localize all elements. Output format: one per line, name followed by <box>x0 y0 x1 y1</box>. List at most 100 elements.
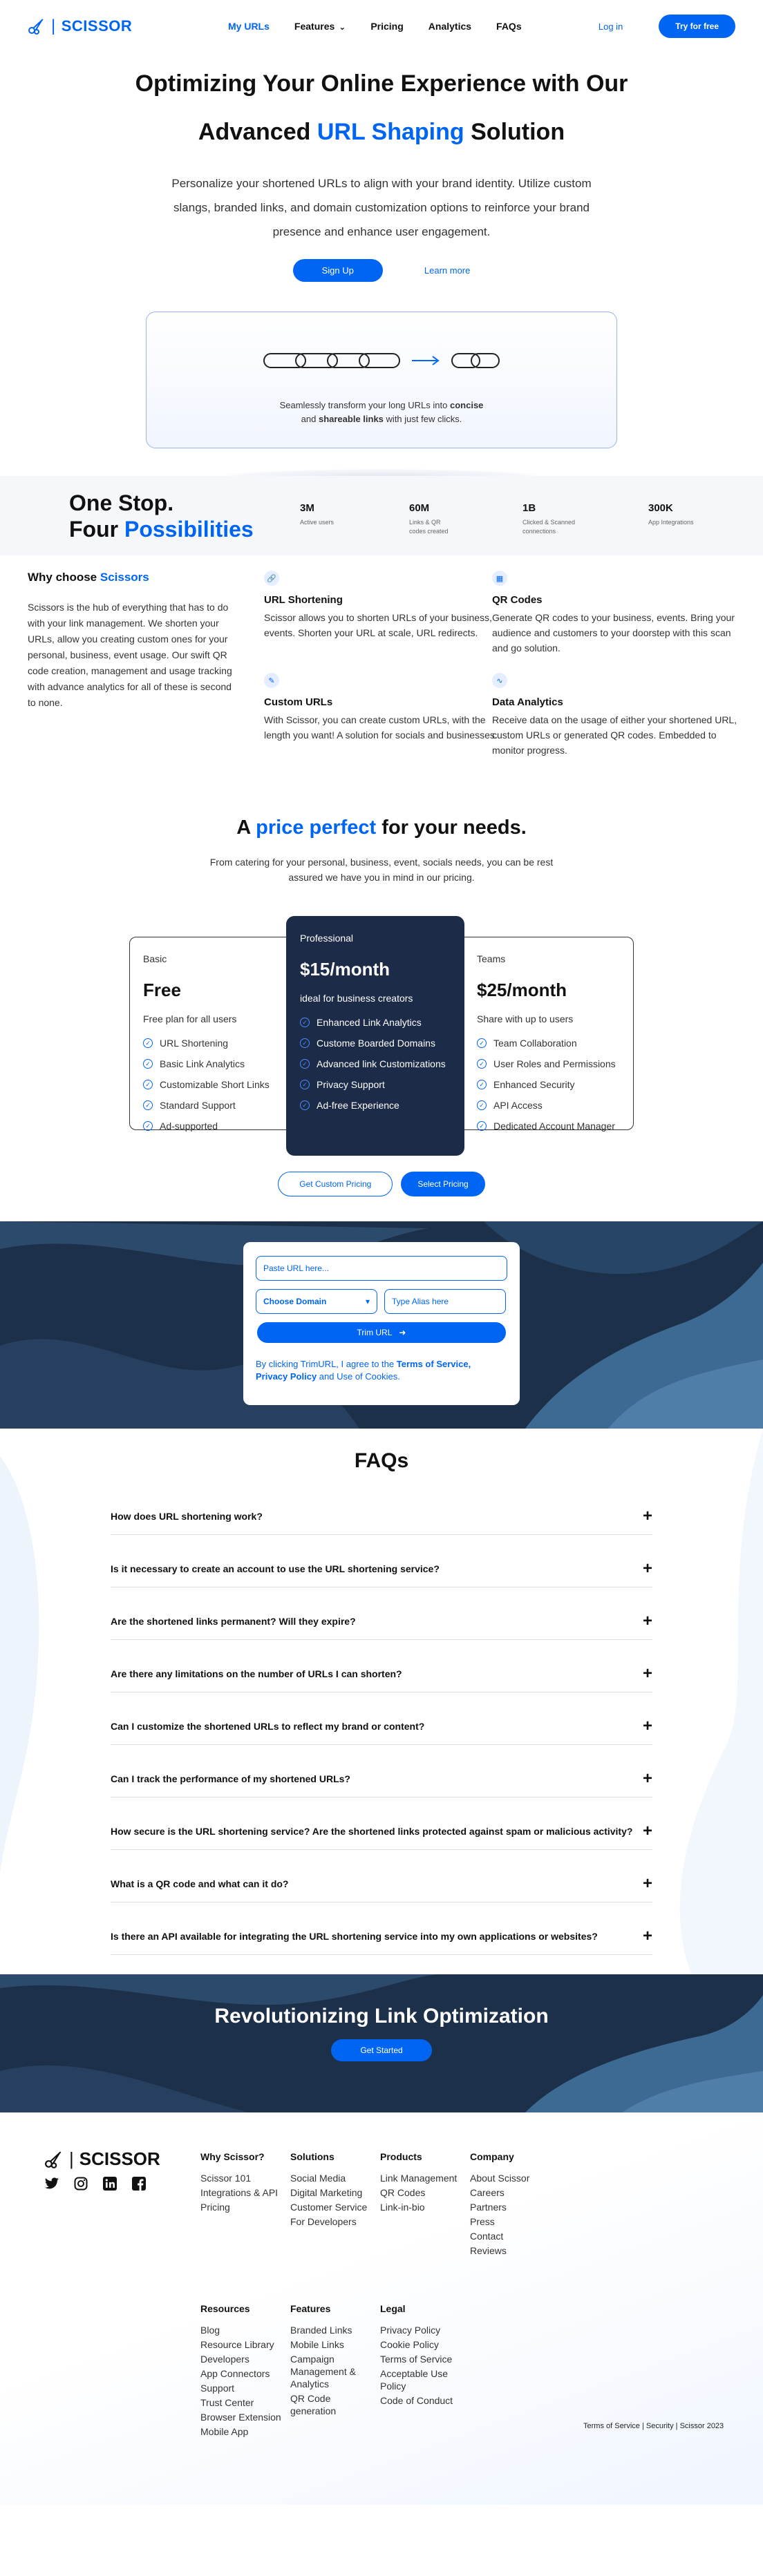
privacy-policy-link[interactable]: Privacy Policy <box>256 1371 317 1382</box>
plus-icon[interactable]: + <box>643 1559 652 1578</box>
stat-value: 60M <box>409 502 430 514</box>
domain-select[interactable]: Choose Domain ▾ <box>256 1289 377 1314</box>
twitter-icon[interactable] <box>44 2176 59 2191</box>
footer-link[interactable]: Code of Conduct <box>380 2394 467 2407</box>
try-free-button[interactable]: Try for free <box>659 15 735 38</box>
sign-up-button[interactable]: Sign Up <box>292 259 383 282</box>
plan-desc: Share with up to users <box>477 1013 574 1024</box>
link-transform-graphic <box>147 350 616 371</box>
analytics-icon: ∿ <box>492 673 507 688</box>
nav-faqs[interactable]: FAQs <box>496 21 522 32</box>
footer-link[interactable]: Contact <box>470 2230 556 2242</box>
footer-link[interactable]: Mobile Links <box>290 2338 377 2351</box>
footer-link[interactable]: Social Media <box>290 2172 377 2184</box>
terms-notice: By clicking TrimURL, I agree to the Term… <box>256 1358 507 1383</box>
footer-link[interactable]: Privacy Policy <box>380 2324 467 2336</box>
nav-my-urls[interactable]: My URLs <box>228 21 270 32</box>
facebook-icon[interactable] <box>131 2176 147 2191</box>
plus-icon[interactable]: + <box>643 1822 652 1841</box>
faq-item[interactable]: Can I track the performance of my shorte… <box>111 1760 652 1797</box>
footer-logo[interactable]: | SCISSOR <box>44 2148 160 2170</box>
faq-item[interactable]: Is there an API available for integratin… <box>111 1918 652 1955</box>
plus-icon[interactable]: + <box>643 1664 652 1683</box>
footer-link[interactable]: QR Code generation <box>290 2392 377 2417</box>
footer-link[interactable]: Support <box>200 2382 287 2394</box>
stats-heading-1: One Stop. <box>69 490 174 515</box>
faq-item[interactable]: Can I customize the shortened URLs to re… <box>111 1708 652 1745</box>
footer-link[interactable]: Scissor 101 <box>200 2172 287 2184</box>
alias-input[interactable]: Type Alias here <box>384 1289 506 1314</box>
url-input[interactable]: Paste URL here... <box>256 1256 507 1281</box>
faq-item[interactable]: Is it necessary to create an account to … <box>111 1550 652 1587</box>
check-icon: ✓ <box>143 1038 153 1048</box>
plan-professional[interactable]: Professional $15/month ideal for busines… <box>286 916 464 1156</box>
plus-icon[interactable]: + <box>643 1769 652 1788</box>
footer-link[interactable]: Resource Library <box>200 2338 287 2351</box>
plus-icon[interactable]: + <box>643 1717 652 1736</box>
list-item: ✓ Enhanced Security <box>477 1074 629 1095</box>
plan-basic[interactable]: Basic Free Free plan for all users ✓ URL … <box>143 953 281 1136</box>
footer-link[interactable]: Acceptable Use Policy <box>380 2367 467 2392</box>
footer-link[interactable]: Press <box>470 2215 556 2228</box>
learn-more-link[interactable]: Learn more <box>424 265 470 276</box>
stat-label: Clicked & Scanned connections <box>522 519 576 535</box>
nav-pricing[interactable]: Pricing <box>370 21 403 32</box>
plan-teams[interactable]: Teams $25/month Share with up to users ✓… <box>477 953 629 1136</box>
footer-link[interactable]: Cookie Policy <box>380 2338 467 2351</box>
footer-link[interactable]: Developers <box>200 2353 287 2365</box>
pricing-title-highlight: price perfect <box>256 817 377 839</box>
faq-item[interactable]: How secure is the URL shortening service… <box>111 1813 652 1850</box>
plus-icon[interactable]: + <box>643 1874 652 1893</box>
footer-link[interactable]: Reviews <box>470 2244 556 2257</box>
faq-item[interactable]: How does URL shortening work? + <box>111 1498 652 1535</box>
footer-link[interactable]: Link Management <box>380 2172 467 2184</box>
brand-logo[interactable]: | SCISSOR <box>28 17 132 36</box>
plus-icon[interactable]: + <box>643 1507 652 1526</box>
plus-icon[interactable]: + <box>643 1927 652 1946</box>
footer-link[interactable]: Partners <box>470 2201 556 2213</box>
check-icon: ✓ <box>477 1100 487 1110</box>
nav-features[interactable]: Features ⌄ <box>294 21 346 32</box>
nav-analytics[interactable]: Analytics <box>428 21 471 32</box>
instagram-icon[interactable] <box>73 2176 88 2191</box>
footer-link[interactable]: Mobile App <box>200 2425 287 2438</box>
trim-url-button[interactable]: Trim URL ➜ <box>257 1322 506 1343</box>
terms-of-service-link[interactable]: Terms of Service, <box>397 1359 471 1369</box>
feature-label: Enhanced Security <box>493 1079 575 1090</box>
nav-actions: Log in Try for free <box>599 15 735 38</box>
faq-item[interactable]: What is a QR code and what can it do? + <box>111 1865 652 1902</box>
footer-link[interactable]: For Developers <box>290 2215 377 2228</box>
faq-item[interactable]: Are the shortened links permanent? Will … <box>111 1603 652 1640</box>
trim-options-row: Choose Domain ▾ Type Alias here <box>256 1289 507 1314</box>
footer-link[interactable]: Trust Center <box>200 2396 287 2409</box>
footer-col-title: Products <box>380 2151 422 2162</box>
footer-link[interactable]: Digital Marketing <box>290 2186 377 2199</box>
footer-link[interactable]: Blog <box>200 2324 287 2336</box>
select-pricing-button[interactable]: Select Pricing <box>401 1172 485 1196</box>
footer-link[interactable]: Browser Extension <box>200 2411 287 2423</box>
login-link[interactable]: Log in <box>599 21 623 32</box>
faq-item[interactable]: Are there any limitations on the number … <box>111 1655 652 1692</box>
footer-link[interactable]: QR Codes <box>380 2186 467 2199</box>
footer-link[interactable]: Terms of Service <box>380 2353 467 2365</box>
footer-link[interactable]: Careers <box>470 2186 556 2199</box>
footer-link[interactable]: About Scissor <box>470 2172 556 2184</box>
footer-link[interactable]: Integrations & API <box>200 2186 287 2199</box>
check-icon: ✓ <box>300 1080 310 1089</box>
feature-title: URL Shortening <box>264 594 343 606</box>
pricing-title-pre: A <box>236 817 251 839</box>
footer-link[interactable]: Campaign Management & Analytics <box>290 2353 377 2390</box>
linkedin-icon[interactable] <box>102 2176 117 2191</box>
footer-link[interactable]: Customer Service <box>290 2201 377 2213</box>
footer-link[interactable]: Link-in-bio <box>380 2201 467 2213</box>
get-started-button[interactable]: Get Started <box>331 2039 432 2061</box>
footer-link[interactable]: Branded Links <box>290 2324 377 2336</box>
qr-code-icon: ▦ <box>492 571 507 586</box>
footer-link[interactable]: Pricing <box>200 2201 287 2213</box>
get-custom-pricing-button[interactable]: Get Custom Pricing <box>278 1172 393 1196</box>
footer-col-title: Company <box>470 2151 514 2162</box>
caption-bold-1: concise <box>449 400 484 410</box>
footer-link[interactable]: App Connectors <box>200 2367 287 2380</box>
check-icon: ✓ <box>143 1059 153 1069</box>
plus-icon[interactable]: + <box>643 1612 652 1631</box>
